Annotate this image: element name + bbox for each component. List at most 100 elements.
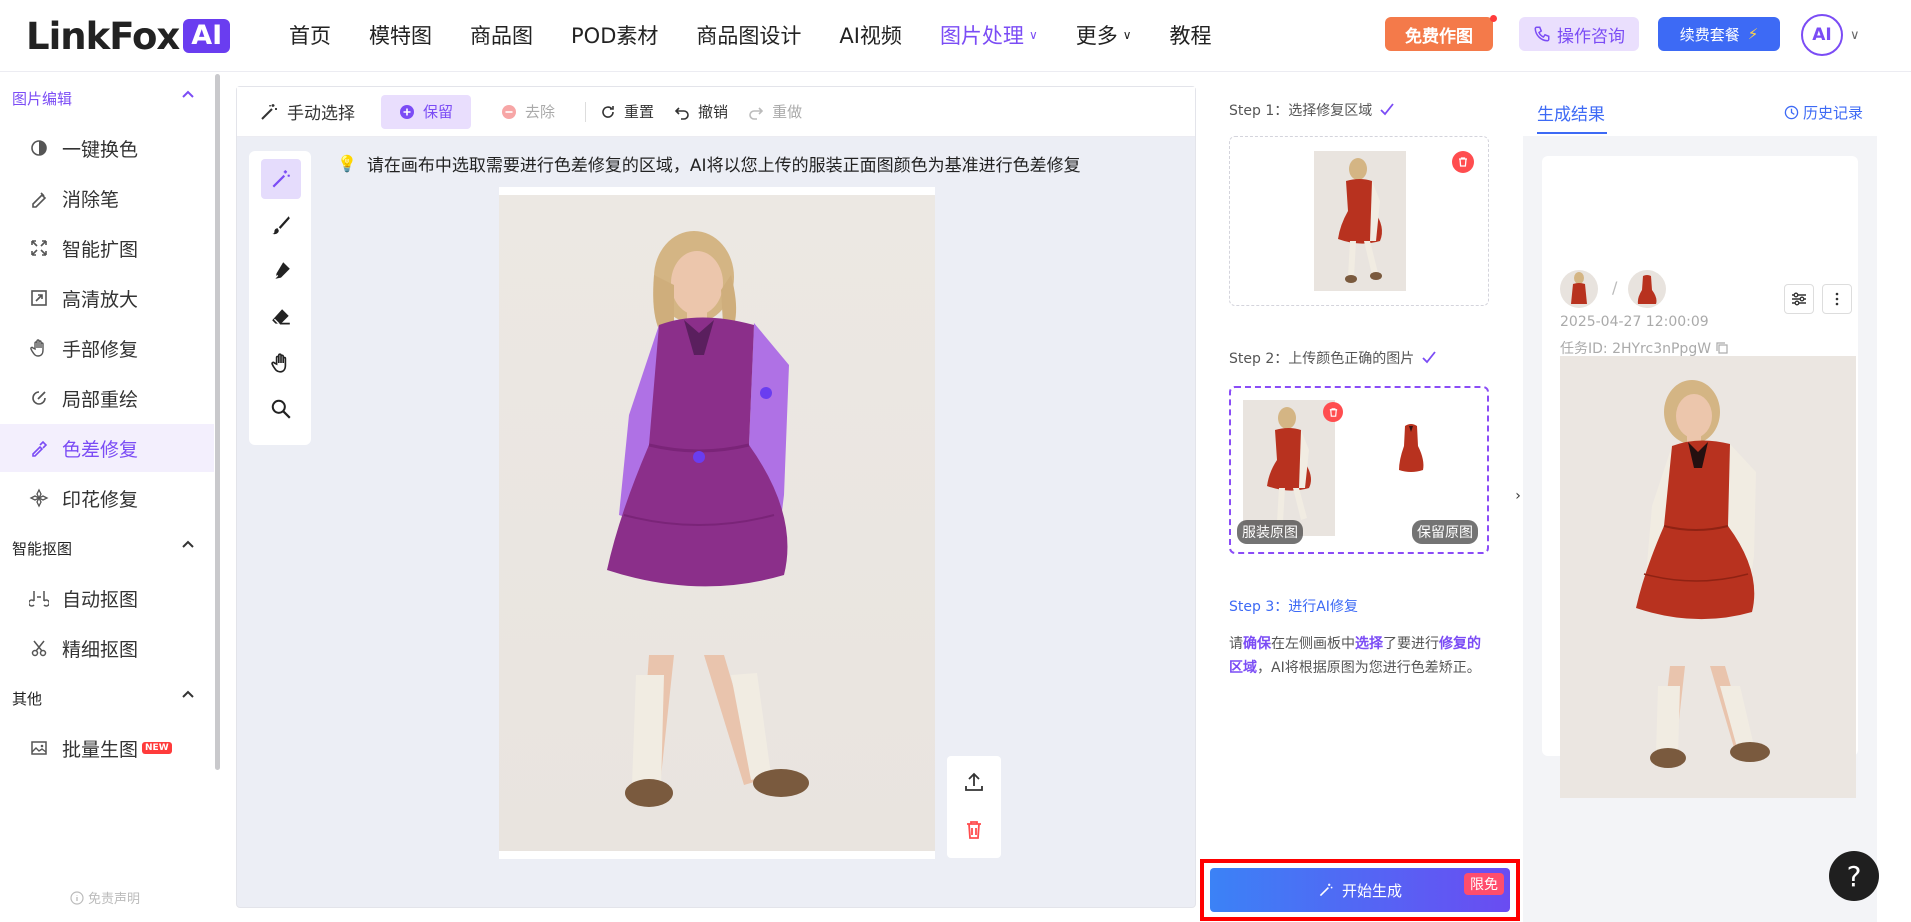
sidebar-item-upscale[interactable]: 高清放大 (0, 274, 214, 322)
result-image[interactable] (1560, 356, 1856, 798)
keep-button[interactable]: 保留 (381, 94, 472, 129)
disclaimer-link[interactable]: 免责声明 (70, 888, 140, 907)
nav-more[interactable]: 更多 ∨ (1076, 20, 1132, 50)
redo-button[interactable]: 重做 (748, 101, 802, 122)
phone-icon (1534, 26, 1550, 42)
pen-tool[interactable] (261, 251, 301, 291)
adjust-button[interactable] (1784, 284, 1814, 314)
fine-cutout-icon (28, 637, 50, 659)
nav-product-design[interactable]: 商品图设计 (696, 20, 801, 50)
tab-underline (1537, 132, 1607, 134)
nav-image-processing[interactable]: 图片处理 ∨ (940, 20, 1038, 50)
sidebar-item-auto-cutout[interactable]: 自动抠图 (0, 574, 214, 622)
hand-icon (271, 353, 287, 373)
sidebar-item-eraser-pen[interactable]: 消除笔 (0, 174, 214, 222)
keep-label: 保留 (423, 103, 454, 121)
logo[interactable]: LinkFox AI (26, 14, 231, 58)
canvas-image[interactable] (499, 187, 935, 859)
nav-ai-video[interactable]: AI视频 (839, 20, 902, 50)
source-thumbnail[interactable] (1560, 270, 1598, 308)
step1-region-preview[interactable] (1229, 136, 1489, 306)
step1-title: Step 1：选择修复区域 (1229, 100, 1396, 120)
sidebar-item-print-fix[interactable]: 印花修复 (0, 474, 214, 522)
lightbulb-icon: 💡 (337, 154, 357, 173)
nav-tutorial[interactable]: 教程 (1170, 20, 1212, 50)
task-id-text: 任务ID: 2HYrc3nPpgW (1560, 341, 1712, 357)
reset-button[interactable]: 重置 (600, 101, 654, 122)
delete-region-button[interactable] (1452, 151, 1474, 173)
step3-desc-highlight: 确保 (1243, 636, 1271, 652)
brush-tool[interactable] (261, 205, 301, 245)
main-nav: 首页 模特图 商品图 POD素材 商品图设计 AI视频 图片处理 ∨ 更多 ∨ 教程 (289, 20, 1250, 50)
reference-thumbnail[interactable] (1628, 270, 1666, 308)
section-image-edit[interactable]: 图片编辑 (12, 88, 195, 109)
sidebar-scrollbar[interactable] (215, 74, 220, 770)
generate-highlight: 开始生成 限免 (1200, 859, 1520, 921)
consult-button[interactable]: 操作咨询 (1519, 17, 1639, 51)
history-label: 历史记录 (1802, 104, 1863, 122)
history-link[interactable]: 历史记录 (1784, 102, 1863, 123)
manual-select-mode[interactable]: 手动选择 (259, 99, 355, 124)
zoom-tool[interactable] (261, 389, 301, 429)
remove-button[interactable]: 去除 (501, 101, 555, 122)
nav-pod[interactable]: POD素材 (571, 20, 658, 50)
chevron-down-icon: ∨ (1028, 28, 1038, 42)
step3-desc-text: ，AI将根据原图为您进行色差矫正。 (1257, 660, 1481, 676)
sidebar-item-color-swap[interactable]: 一键换色 (0, 124, 214, 172)
upload-button[interactable] (962, 770, 986, 794)
more-options-button[interactable] (1822, 284, 1852, 314)
sidebar-item-color-fix[interactable]: 色差修复 (0, 424, 214, 472)
color-swap-icon (28, 137, 50, 159)
sidebar-item-label: 手部修复 (62, 338, 139, 361)
step3-label: Step 3：进行AI修复 (1229, 599, 1358, 615)
nav-home[interactable]: 首页 (289, 20, 331, 50)
redo-label: 重做 (772, 103, 803, 121)
tab-results[interactable]: 生成结果 (1537, 100, 1605, 125)
section-other[interactable]: 其他 (12, 688, 195, 709)
sidebar-item-batch-image[interactable]: 批量生图 NEW (0, 724, 214, 772)
renew-plan-button[interactable]: 续费套餐 ⚡ (1658, 17, 1780, 51)
section-smart-cutout[interactable]: 智能抠图 (12, 538, 195, 559)
clock-icon (1784, 105, 1799, 120)
sidebar-item-label: 高清放大 (62, 288, 139, 311)
undo-icon (674, 106, 689, 120)
sidebar-item-hand-fix[interactable]: 手部修复 (0, 324, 214, 372)
avatar[interactable]: AI (1801, 14, 1843, 56)
magic-wand-icon (272, 170, 290, 188)
redo-icon (749, 106, 764, 120)
free-create-button[interactable]: 免费作图 (1385, 15, 1497, 51)
sidebar-item-label: 精细抠图 (62, 638, 139, 661)
step2-upload-area[interactable]: 服装原图 保留原图 (1229, 386, 1489, 554)
sidebar-item-expand[interactable]: 智能扩图 (0, 224, 214, 272)
undo-button[interactable]: 撤销 (674, 101, 728, 122)
thumbnail-separator: / (1612, 278, 1618, 297)
hand-tool[interactable] (261, 343, 301, 383)
sidebar-item-label: 一键换色 (62, 138, 139, 161)
delete-image-button[interactable] (962, 818, 986, 842)
trash-icon (1329, 407, 1337, 417)
step3-desc-text: 了要进行 (1383, 636, 1439, 652)
canvas-image-background (499, 195, 935, 851)
help-button[interactable]: ? (1829, 851, 1879, 901)
trash-icon (967, 821, 981, 839)
nav-model[interactable]: 模特图 (369, 20, 432, 50)
keep-original-tag[interactable]: 保留原图 (1412, 520, 1478, 544)
chevron-down-icon[interactable]: ∨ (1850, 28, 1860, 43)
free-create-label: 免费作图 (1405, 26, 1473, 47)
chevron-down-icon: ∨ (1122, 28, 1132, 42)
section-title: 图片编辑 (12, 90, 73, 108)
nav-product[interactable]: 商品图 (470, 20, 533, 50)
sidebar: 图片编辑 一键换色 消除笔 智能扩图 高清放大 手部修复 局部重绘 色差修复 印… (0, 72, 222, 922)
eraser-tool[interactable] (261, 297, 301, 337)
magic-select-tool[interactable] (261, 159, 301, 199)
start-generate-button[interactable]: 开始生成 限免 (1210, 868, 1510, 912)
delete-garment-button[interactable] (1323, 402, 1343, 422)
canvas-hint-text: 请在画布中选取需要进行色差修复的区域，AI将以您上传的服装正面图颜色为基准进行色… (366, 156, 1081, 176)
sidebar-item-label: 智能扩图 (62, 238, 139, 261)
copy-icon[interactable] (1715, 341, 1729, 355)
sidebar-item-repaint[interactable]: 局部重绘 (0, 374, 214, 422)
sidebar-item-fine-cutout[interactable]: 精细抠图 (0, 624, 214, 672)
step1-label: Step 1：选择修复区域 (1229, 103, 1373, 119)
step3-title: Step 3：进行AI修复 (1229, 596, 1358, 616)
new-badge: NEW (142, 742, 172, 754)
